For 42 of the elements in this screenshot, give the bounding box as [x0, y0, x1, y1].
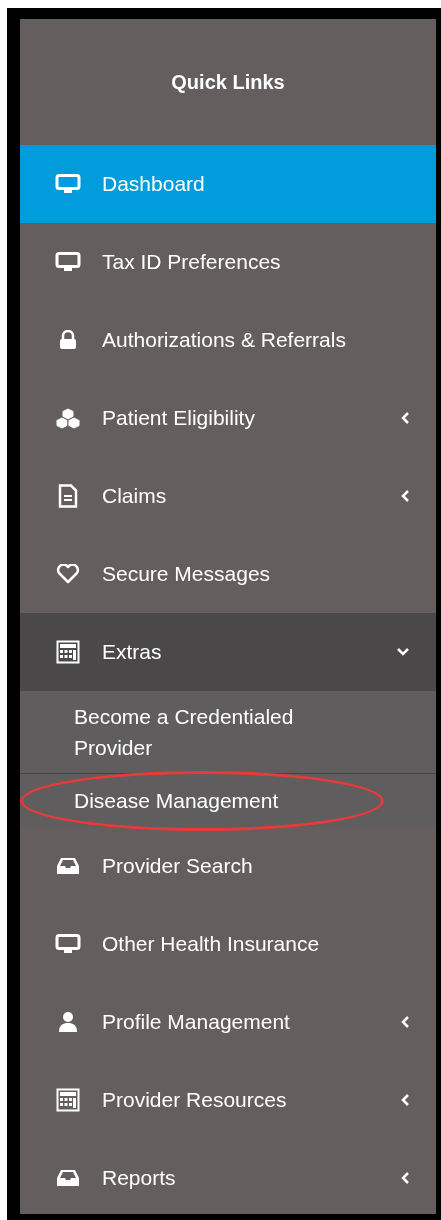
sidebar-item-label: Provider Resources — [102, 1087, 288, 1114]
sidebar-title: Quick Links — [171, 70, 285, 95]
lock-icon — [58, 330, 78, 350]
document-icon — [58, 484, 78, 508]
sidebar-item-label: Other Health Insurance — [102, 931, 321, 958]
sidebar-item-label: Extras — [102, 639, 163, 666]
sidebar-item[interactable]: Patient Eligibility — [20, 379, 436, 457]
sidebar-item-label: Provider Search — [102, 853, 254, 880]
sidebar-item-label: Patient Eligibility — [102, 405, 256, 432]
chevron-left-icon — [400, 1093, 410, 1107]
inbox-icon — [56, 857, 80, 875]
calculator-icon — [56, 1088, 80, 1112]
user-icon — [58, 1011, 78, 1033]
sidebar-item-label: Authorizations & Referrals — [102, 327, 347, 354]
sidebar-item[interactable]: Profile Management — [20, 983, 436, 1061]
sidebar-item[interactable]: Provider Resources — [20, 1061, 436, 1139]
sidebar-item[interactable]: Authorizations & Referrals — [20, 301, 436, 379]
inbox-icon — [56, 1169, 80, 1187]
sidebar-item-label: Profile Management — [102, 1009, 291, 1036]
chevron-left-icon — [400, 1015, 410, 1029]
monitor-icon — [55, 174, 81, 194]
monitor-icon — [55, 252, 81, 272]
chevron-left-icon — [400, 1171, 410, 1185]
sidebar-item[interactable]: Other Health Insurance — [20, 905, 436, 983]
heart-icon — [56, 564, 80, 584]
calculator-icon — [56, 640, 80, 664]
sidebar-item[interactable]: Reports — [20, 1139, 436, 1214]
chevron-left-icon — [400, 489, 410, 503]
sidebar-item[interactable]: Tax ID Preferences — [20, 223, 436, 301]
sidebar-item-label: Dashboard — [102, 171, 206, 198]
monitor-icon — [55, 934, 81, 954]
sidebar-item[interactable]: Secure Messages — [20, 535, 436, 613]
sidebar-item[interactable]: Provider Search — [20, 827, 436, 905]
chevron-left-icon — [400, 411, 410, 425]
sidebar-item[interactable]: Claims — [20, 457, 436, 535]
cubes-icon — [54, 407, 82, 429]
sidebar-item[interactable]: Extras — [20, 613, 436, 691]
chevron-down-icon — [396, 647, 410, 657]
sidebar-item-label: Claims — [102, 483, 168, 510]
sidebar-item-label: Reports — [102, 1165, 177, 1192]
sidebar-item-label: Secure Messages — [102, 561, 272, 588]
sidebar-item-label: Tax ID Preferences — [102, 249, 282, 276]
